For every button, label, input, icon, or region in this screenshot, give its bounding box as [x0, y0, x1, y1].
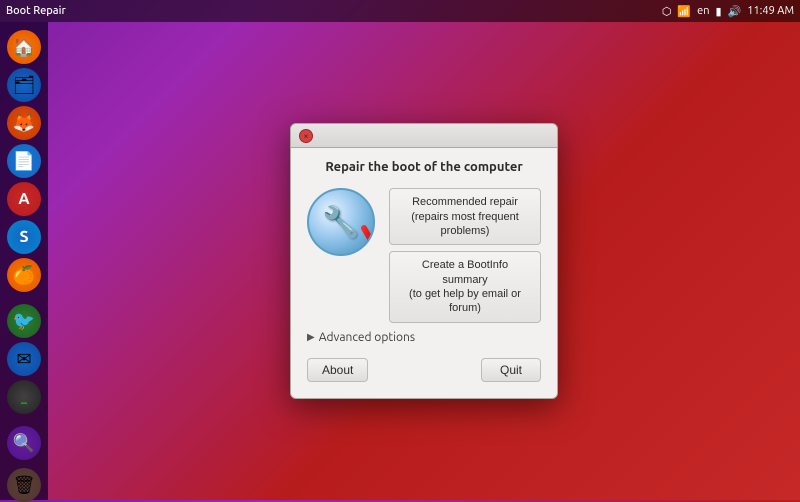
- chevron-right-icon: ▶: [307, 331, 315, 343]
- files-icon: 🗂: [7, 68, 41, 102]
- dialog-action-buttons: Recommended repair (repairs most frequen…: [389, 188, 541, 322]
- sidebar-item-terminal[interactable]: _: [4, 380, 44, 414]
- taskbar-right: ⬡ 📶 en ▮ 🔊 11:49 AM: [662, 5, 794, 18]
- sidebar-item-firefox[interactable]: 🦊: [4, 106, 44, 140]
- dialog-footer: About Quit: [307, 358, 541, 382]
- theme-icon: 🍊: [7, 258, 41, 292]
- battery-icon: ▮: [715, 5, 721, 18]
- trash-icon: 🗑: [7, 468, 41, 502]
- sidebar-item-skype[interactable]: S: [4, 220, 44, 254]
- sidebar-item-search[interactable]: 🔍: [4, 426, 44, 460]
- advanced-options-toggle[interactable]: ▶ Advanced options: [307, 331, 541, 344]
- software-center-icon: A: [7, 182, 41, 216]
- dialog-body: Repair the boot of the computer 🔧 Recomm…: [291, 148, 557, 397]
- sidebar: 🏠 🗂 🦊 📄 A S 🍊 🐦 ✉ _ 🔍 🗑: [0, 22, 48, 500]
- boot-icon-background: 🔧: [307, 188, 375, 256]
- clock: 11:49 AM: [747, 5, 794, 17]
- sidebar-item-libreoffice[interactable]: 📄: [4, 144, 44, 178]
- dialog-title: Repair the boot of the computer: [307, 160, 541, 174]
- sidebar-item-home[interactable]: 🏠: [4, 30, 44, 64]
- quit-button[interactable]: Quit: [481, 358, 541, 382]
- sidebar-item-bird[interactable]: 🐦: [4, 304, 44, 338]
- search-icon: 🔍: [7, 426, 41, 460]
- taskbar-top: Boot Repair ⬡ 📶 en ▮ 🔊 11:49 AM: [0, 0, 800, 22]
- red-handle-icon: [360, 224, 375, 246]
- sidebar-item-files[interactable]: 🗂: [4, 68, 44, 102]
- dropbox-icon: ⬡: [662, 5, 672, 18]
- bird-icon: 🐦: [7, 304, 41, 338]
- bootinfo-summary-button[interactable]: Create a BootInfo summary (to get help b…: [389, 251, 541, 322]
- home-icon: 🏠: [7, 30, 41, 64]
- terminal-icon: _: [7, 380, 41, 414]
- sidebar-item-theme[interactable]: 🍊: [4, 258, 44, 292]
- advanced-options-label: Advanced options: [319, 331, 415, 344]
- skype-icon: S: [7, 220, 41, 254]
- wrench-icon: 🔧: [322, 204, 359, 240]
- sidebar-item-trash[interactable]: 🗑: [4, 468, 44, 502]
- dialog-close-button[interactable]: ×: [299, 129, 313, 143]
- taskbar-title: Boot Repair: [6, 5, 66, 17]
- keyboard-icon: en: [697, 5, 709, 17]
- firefox-icon: 🦊: [7, 106, 41, 140]
- sidebar-item-software[interactable]: A: [4, 182, 44, 216]
- dialog-content: 🔧 Recommended repair (repairs most frequ…: [307, 188, 541, 322]
- libreoffice-icon: 📄: [7, 144, 41, 178]
- dialog-overlay: × Repair the boot of the computer 🔧 Reco…: [48, 22, 800, 500]
- mail-icon: ✉: [7, 342, 41, 376]
- dialog-titlebar: ×: [291, 124, 557, 148]
- signal-icon: 📶: [677, 5, 691, 18]
- volume-icon: 🔊: [728, 5, 742, 18]
- recommended-repair-button[interactable]: Recommended repair (repairs most frequen…: [389, 188, 541, 245]
- about-button[interactable]: About: [307, 358, 368, 382]
- sidebar-item-mail[interactable]: ✉: [4, 342, 44, 376]
- boot-repair-dialog: × Repair the boot of the computer 🔧 Reco…: [290, 123, 558, 398]
- boot-repair-icon-wrap: 🔧: [307, 188, 379, 260]
